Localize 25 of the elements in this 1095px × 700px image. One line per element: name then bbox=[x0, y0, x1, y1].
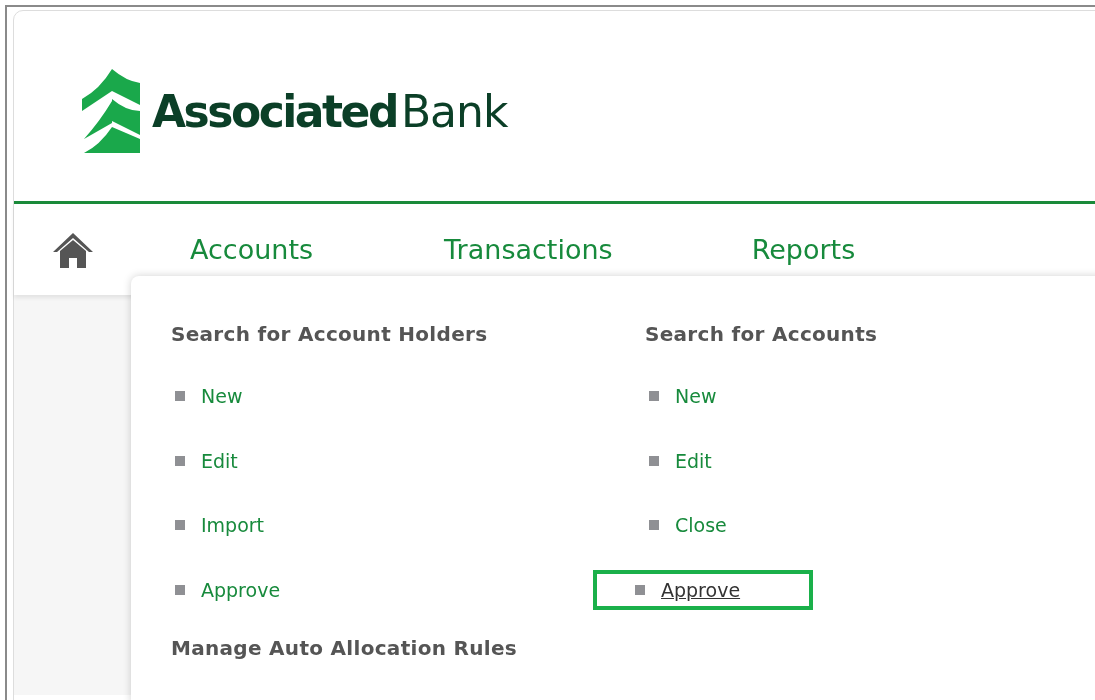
logo-wordmark: Bank bbox=[400, 85, 508, 137]
bullet-icon bbox=[635, 584, 645, 595]
bullet-icon bbox=[649, 455, 659, 466]
menu-link[interactable]: Close bbox=[637, 505, 739, 545]
bullet-icon bbox=[175, 584, 185, 595]
nav-tab[interactable]: Accounts bbox=[190, 234, 314, 265]
bullet-icon bbox=[175, 391, 185, 401]
bullet-icon bbox=[649, 520, 659, 530]
logo-wordmark-bold: Associated bbox=[152, 85, 397, 137]
menu-link[interactable]: Edit bbox=[163, 440, 250, 481]
nav-tab[interactable]: Reports bbox=[751, 234, 856, 265]
menu-link[interactable]: Import bbox=[163, 505, 277, 545]
nav-tab[interactable]: Transactions bbox=[444, 234, 613, 265]
bullet-icon bbox=[649, 391, 659, 401]
tree-logo-icon bbox=[82, 69, 142, 153]
menu-link[interactable]: New bbox=[163, 376, 255, 416]
menu-link[interactable]: New bbox=[637, 376, 729, 416]
menu-heading[interactable]: Search for Accounts bbox=[645, 322, 1095, 342]
menu-link[interactable]: Approve bbox=[593, 569, 813, 610]
menu-heading[interactable]: Search for Account Holders bbox=[171, 322, 645, 342]
menu-link[interactable]: Edit bbox=[637, 440, 724, 481]
bullet-icon bbox=[175, 455, 185, 466]
menu-link[interactable]: Approve bbox=[163, 569, 293, 610]
home-icon[interactable] bbox=[52, 230, 94, 269]
bullet-icon bbox=[175, 520, 185, 530]
